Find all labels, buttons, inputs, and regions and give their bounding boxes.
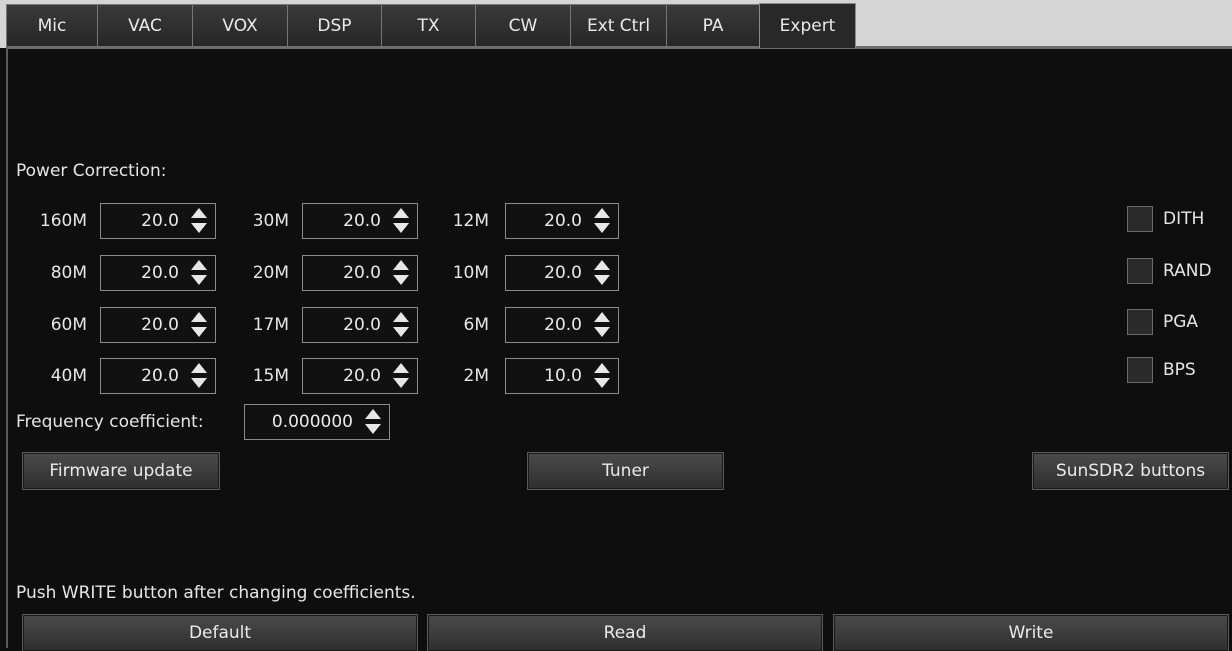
tab-cw[interactable]: CW xyxy=(475,4,571,47)
up-down-arrows-icon[interactable] xyxy=(592,361,614,391)
spinbox-value: 20.0 xyxy=(544,315,582,335)
tab-ext-ctrl[interactable]: Ext Ctrl xyxy=(570,4,667,47)
power-spinbox-10m[interactable]: 20.0 xyxy=(505,255,619,291)
spinbox-value: 20.0 xyxy=(141,315,179,335)
band-label-17m: 17M xyxy=(252,315,289,335)
frequency-coefficient-spinbox[interactable]: 0.000000 xyxy=(244,404,390,440)
tab-dsp[interactable]: DSP xyxy=(287,4,382,47)
checkbox-label-dith: DITH xyxy=(1163,209,1205,229)
checkbox-box[interactable] xyxy=(1127,258,1153,284)
up-down-arrows-icon[interactable] xyxy=(592,206,614,236)
power-spinbox-15m[interactable]: 20.0 xyxy=(302,358,418,394)
band-label-12m: 12M xyxy=(452,211,489,231)
up-down-arrows-icon[interactable] xyxy=(189,310,211,340)
frequency-coefficient-label: Frequency coefficient: xyxy=(16,412,204,432)
power-spinbox-60m[interactable]: 20.0 xyxy=(100,307,216,343)
up-down-arrows-icon[interactable] xyxy=(189,258,211,288)
write-button[interactable]: Write xyxy=(833,614,1229,651)
power-spinbox-80m[interactable]: 20.0 xyxy=(100,255,216,291)
power-spinbox-40m[interactable]: 20.0 xyxy=(100,358,216,394)
band-label-6m: 6M xyxy=(463,315,489,335)
up-down-arrows-icon[interactable] xyxy=(363,407,385,437)
expert-panel xyxy=(6,46,1232,648)
checkbox-pga[interactable]: PGA xyxy=(1127,308,1198,336)
settings-window: Mic VAC VOX DSP TX CW Ext Ctrl PA Expert… xyxy=(0,0,1232,651)
spinbox-value: 20.0 xyxy=(141,263,179,283)
up-down-arrows-icon[interactable] xyxy=(592,258,614,288)
band-label-10m: 10M xyxy=(452,263,489,283)
spinbox-value: 20.0 xyxy=(544,211,582,231)
band-label-80m: 80M xyxy=(50,263,87,283)
sunsdr2-buttons-button[interactable]: SunSDR2 buttons xyxy=(1032,452,1229,490)
up-down-arrows-icon[interactable] xyxy=(391,258,413,288)
checkbox-bps[interactable]: BPS xyxy=(1127,356,1196,384)
power-spinbox-12m[interactable]: 20.0 xyxy=(505,203,619,239)
checkbox-dith[interactable]: DITH xyxy=(1127,205,1204,233)
spinbox-value: 20.0 xyxy=(141,211,179,231)
tab-expert[interactable]: Expert xyxy=(759,3,856,48)
checkbox-label-pga: PGA xyxy=(1163,312,1199,332)
band-label-2m: 2M xyxy=(463,366,489,386)
power-spinbox-2m[interactable]: 10.0 xyxy=(505,358,619,394)
tuner-button[interactable]: Tuner xyxy=(527,452,724,490)
band-label-15m: 15M xyxy=(252,366,289,386)
checkbox-box[interactable] xyxy=(1127,357,1153,383)
power-spinbox-30m[interactable]: 20.0 xyxy=(302,203,418,239)
tab-tx[interactable]: TX xyxy=(381,4,476,47)
firmware-update-button[interactable]: Firmware update xyxy=(22,452,220,490)
up-down-arrows-icon[interactable] xyxy=(391,361,413,391)
checkbox-box[interactable] xyxy=(1127,206,1153,232)
default-button[interactable]: Default xyxy=(22,614,418,651)
hint-text: Push WRITE button after changing coeffic… xyxy=(16,583,416,603)
spinbox-value: 20.0 xyxy=(544,263,582,283)
checkbox-rand[interactable]: RAND xyxy=(1127,257,1212,285)
power-spinbox-160m[interactable]: 20.0 xyxy=(100,203,216,239)
power-spinbox-20m[interactable]: 20.0 xyxy=(302,255,418,291)
power-spinbox-6m[interactable]: 20.0 xyxy=(505,307,619,343)
tab-strip: Mic VAC VOX DSP TX CW Ext Ctrl PA Expert xyxy=(6,3,856,48)
up-down-arrows-icon[interactable] xyxy=(391,206,413,236)
checkbox-box[interactable] xyxy=(1127,309,1153,335)
power-correction-heading: Power Correction: xyxy=(16,161,167,181)
spinbox-value: 20.0 xyxy=(141,366,179,386)
band-label-30m: 30M xyxy=(252,211,289,231)
tab-bar: Mic VAC VOX DSP TX CW Ext Ctrl PA Expert xyxy=(0,0,1232,48)
spinbox-value: 10.0 xyxy=(544,366,582,386)
band-label-40m: 40M xyxy=(50,366,87,386)
spinbox-value: 20.0 xyxy=(343,366,381,386)
up-down-arrows-icon[interactable] xyxy=(189,361,211,391)
checkbox-label-bps: BPS xyxy=(1163,360,1196,380)
band-label-160m: 160M xyxy=(39,211,87,231)
tab-pa[interactable]: PA xyxy=(666,4,760,47)
spinbox-value: 20.0 xyxy=(343,315,381,335)
power-spinbox-17m[interactable]: 20.0 xyxy=(302,307,418,343)
tab-mic[interactable]: Mic xyxy=(6,4,98,47)
spinbox-value: 20.0 xyxy=(343,211,381,231)
up-down-arrows-icon[interactable] xyxy=(391,310,413,340)
band-label-60m: 60M xyxy=(50,315,87,335)
tab-vac[interactable]: VAC xyxy=(97,4,193,47)
spinbox-value: 0.000000 xyxy=(271,412,353,432)
checkbox-label-rand: RAND xyxy=(1163,261,1212,281)
band-label-20m: 20M xyxy=(252,263,289,283)
up-down-arrows-icon[interactable] xyxy=(189,206,211,236)
read-button[interactable]: Read xyxy=(427,614,823,651)
tab-vox[interactable]: VOX xyxy=(192,4,288,47)
spinbox-value: 20.0 xyxy=(343,263,381,283)
up-down-arrows-icon[interactable] xyxy=(592,310,614,340)
